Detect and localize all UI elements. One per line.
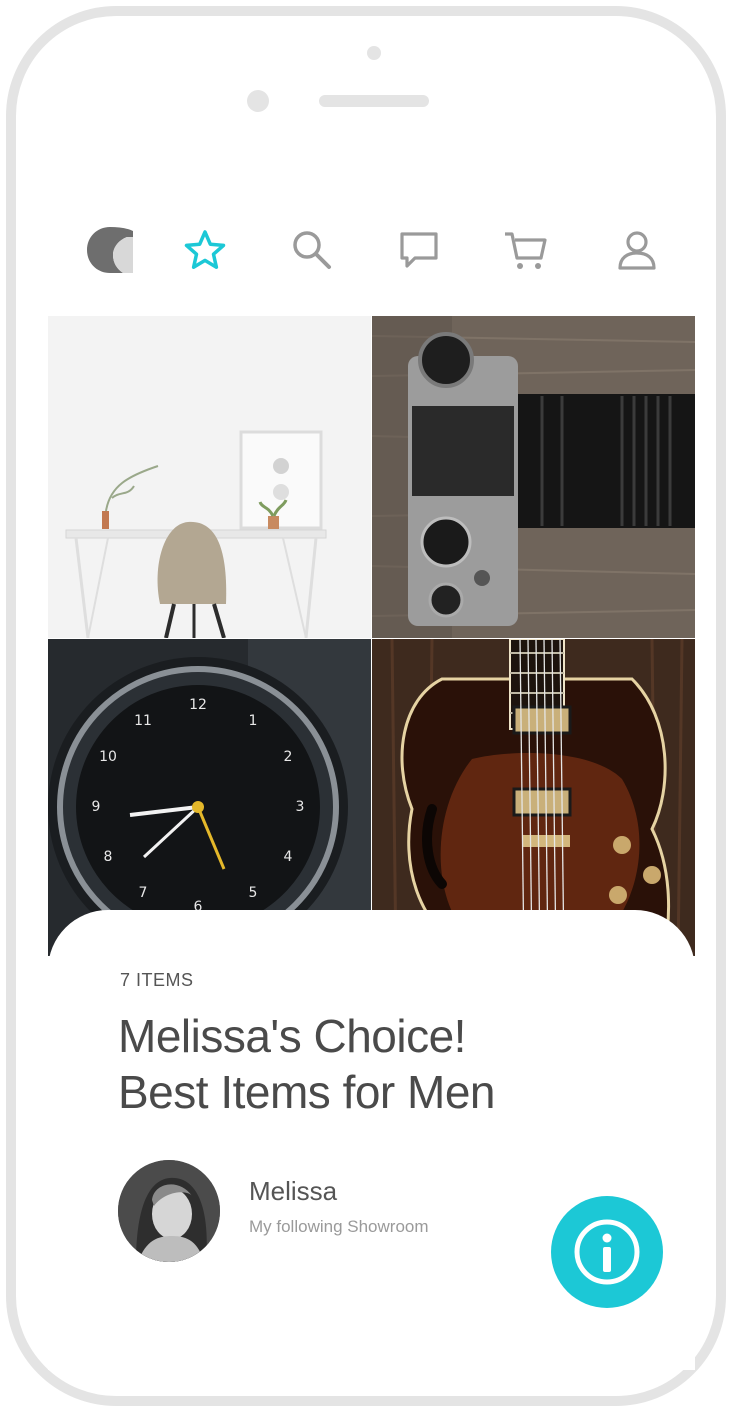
nav-favorites[interactable] [175, 220, 235, 280]
camera-photo[interactable] [372, 316, 695, 638]
svg-text:10: 10 [99, 749, 117, 765]
svg-text:5: 5 [249, 885, 258, 901]
showroom-title-line1: Melissa's Choice! [118, 1010, 466, 1062]
nav-profile[interactable] [607, 220, 667, 280]
info-icon [574, 1219, 640, 1285]
desk-chair-photo[interactable] [48, 316, 371, 638]
owner-name[interactable]: Melissa [249, 1176, 337, 1207]
svg-text:4: 4 [284, 849, 293, 865]
cart-icon [505, 232, 547, 269]
nav-logo[interactable] [80, 220, 140, 280]
logo-icon [87, 227, 133, 273]
proximity-sensor [247, 90, 269, 112]
watch-photo[interactable]: 12 1 2 3 4 5 6 7 8 9 10 11 [48, 639, 371, 956]
showroom-title-line2: Best Items for Men [118, 1066, 496, 1118]
svg-text:1: 1 [249, 713, 258, 729]
svg-text:11: 11 [134, 713, 152, 729]
earpiece-speaker [319, 95, 429, 107]
svg-text:12: 12 [189, 697, 207, 713]
owner-subtitle: My following Showroom [249, 1217, 429, 1236]
info-button[interactable] [551, 1196, 663, 1308]
guitar-photo[interactable] [372, 639, 695, 956]
search-icon [293, 231, 331, 269]
owner-avatar[interactable] [118, 1160, 220, 1262]
showroom-title: Melissa's Choice! Best Items for Men [118, 1008, 638, 1120]
nav-messages[interactable] [389, 220, 449, 280]
svg-text:7: 7 [139, 885, 148, 901]
item-count: 7 ITEMS [120, 970, 194, 990]
svg-text:2: 2 [284, 749, 293, 765]
svg-text:8: 8 [104, 849, 113, 865]
nav-search[interactable] [282, 220, 342, 280]
svg-text:9: 9 [92, 799, 101, 815]
user-icon [618, 231, 656, 270]
nav-cart[interactable] [496, 220, 556, 280]
top-navigation [80, 220, 670, 280]
chat-icon [400, 232, 438, 268]
showroom-photo-grid: 12 1 2 3 4 5 6 7 8 9 10 11 [48, 316, 695, 956]
front-camera [367, 46, 381, 60]
svg-text:3: 3 [296, 799, 305, 815]
star-icon [184, 230, 226, 269]
